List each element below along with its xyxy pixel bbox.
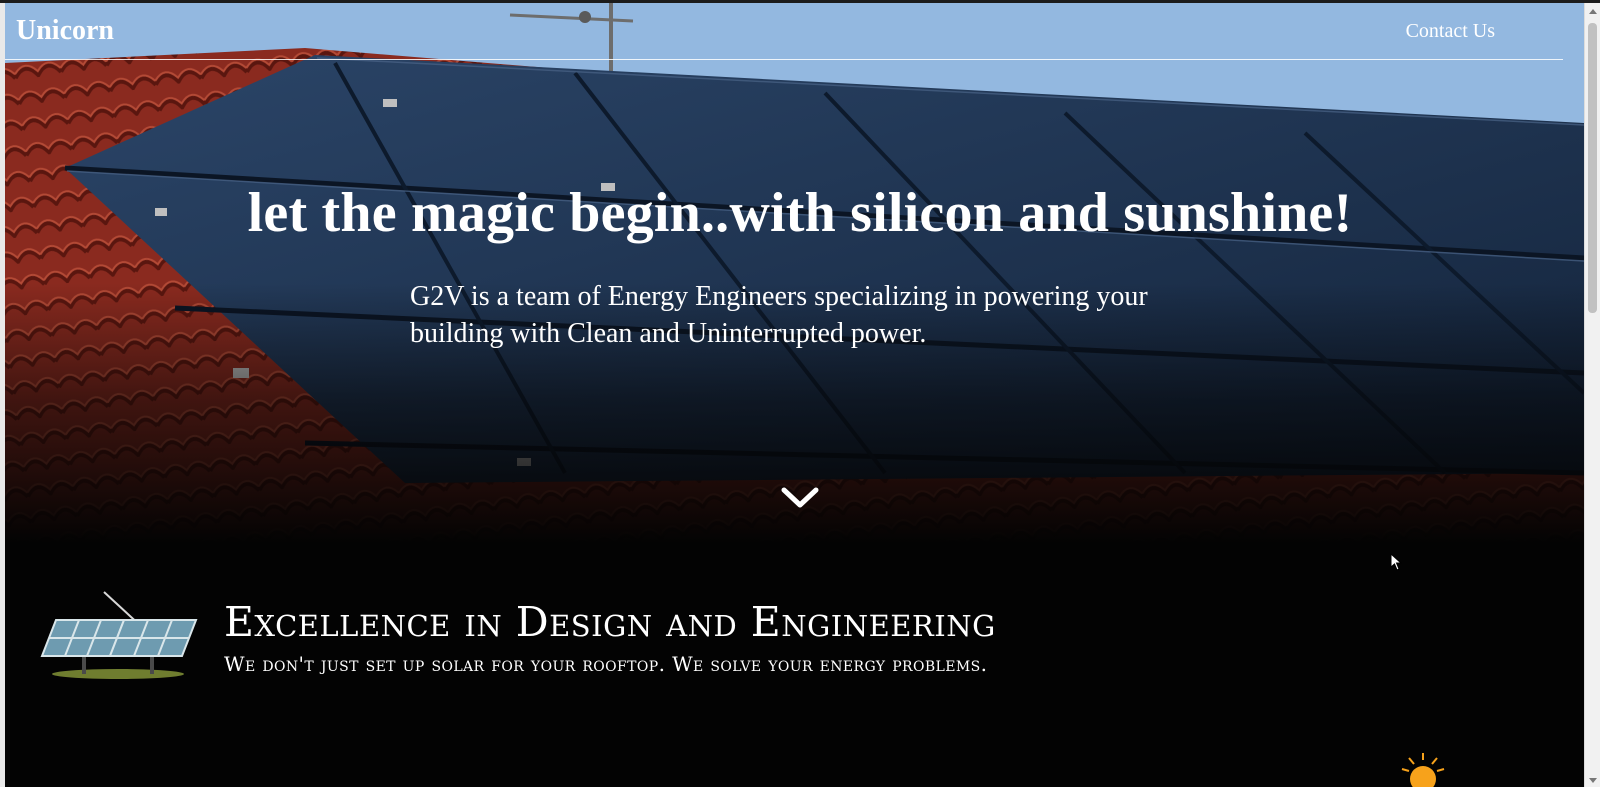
solar-panel-icon (40, 591, 198, 679)
brand-logo[interactable]: Unicorn (16, 15, 114, 47)
mouse-pointer-icon (1390, 553, 1402, 571)
scrollbar-thumb[interactable] (1588, 23, 1597, 313)
navbar: Unicorn Contact Us (5, 3, 1563, 60)
hero-description: G2V is a team of Energy Engineers specia… (410, 281, 1148, 349)
hero-title: let the magic begin..with silicon and su… (247, 182, 1353, 244)
sun-icon (1401, 753, 1445, 787)
window-top-border (0, 0, 1600, 3)
chevron-down-icon[interactable] (781, 486, 819, 510)
scroll-down-arrow-icon[interactable] (1589, 778, 1597, 783)
feature-title: Excellence in Design and Engineering (224, 598, 996, 646)
hero-section: let the magic begin..with silicon and su… (5, 3, 1584, 543)
contact-us-link[interactable]: Contact Us (1406, 20, 1495, 43)
vertical-scrollbar[interactable] (1584, 3, 1600, 787)
feature-subtitle: We don't just set up solar for your roof… (224, 652, 988, 676)
scroll-up-arrow-icon[interactable] (1589, 9, 1597, 14)
window-left-border (0, 0, 5, 787)
page-viewport: let the magic begin..with silicon and su… (0, 0, 1584, 787)
